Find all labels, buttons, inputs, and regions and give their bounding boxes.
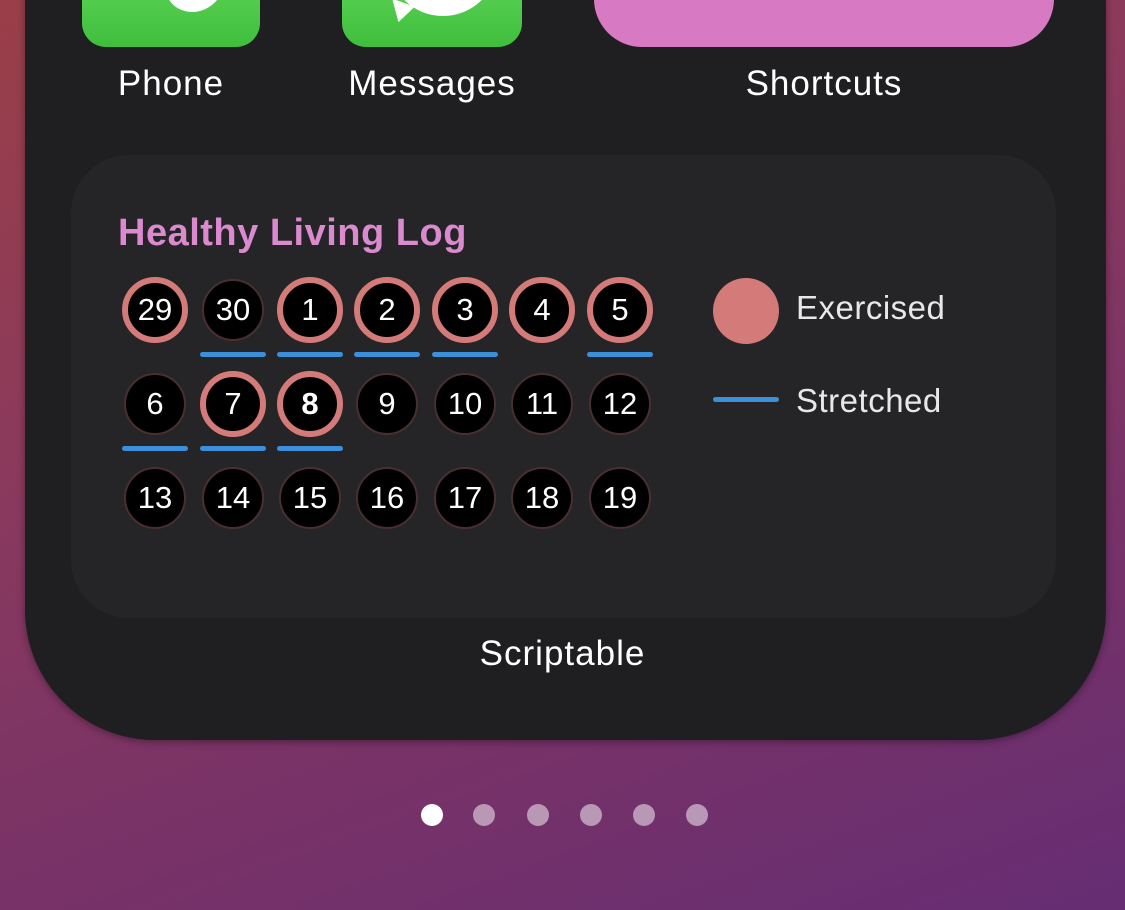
- calendar-day: 16: [356, 467, 418, 529]
- calendar-day: 5: [587, 277, 653, 343]
- calendar-day: 10: [434, 373, 496, 435]
- calendar-day: 2: [354, 277, 420, 343]
- calendar-day: 15: [279, 467, 341, 529]
- phone-label: Phone: [117, 64, 225, 103]
- stretched-marker: [432, 352, 498, 357]
- calendar-day: 1: [277, 277, 343, 343]
- calendar-day: 13: [124, 467, 186, 529]
- calendar-day: 30: [202, 279, 264, 341]
- calendar-day: 6: [124, 373, 186, 435]
- calendar-day: 7: [200, 371, 266, 437]
- phone-app-icon[interactable]: [82, 0, 260, 47]
- calendar-day: 4: [509, 277, 575, 343]
- calendar-day: 14: [202, 467, 264, 529]
- stretched-marker: [354, 352, 420, 357]
- shortcuts-label: Shortcuts: [745, 64, 903, 103]
- scriptable-label: Scriptable: [479, 634, 646, 673]
- stretched-marker: [277, 352, 343, 357]
- page-dot[interactable]: [633, 804, 655, 826]
- page-dot[interactable]: [686, 804, 708, 826]
- calendar-day: 17: [434, 467, 496, 529]
- calendar-day: 3: [432, 277, 498, 343]
- messages-label: Messages: [348, 64, 516, 103]
- exercised-legend-dot: [713, 278, 779, 344]
- phone-icon: [158, 0, 230, 12]
- calendar-day: 12: [589, 373, 651, 435]
- shortcuts-app-icon[interactable]: [594, 0, 1054, 47]
- stretched-marker: [277, 446, 343, 451]
- exercised-legend-label: Exercised: [796, 289, 946, 326]
- calendar-day: 9: [356, 373, 418, 435]
- calendar-day: 18: [511, 467, 573, 529]
- messages-app-icon[interactable]: [342, 0, 522, 47]
- page-dot[interactable]: [527, 804, 549, 826]
- calendar-day: 11: [511, 373, 573, 435]
- calendar-day: 8: [277, 371, 343, 437]
- stretched-marker: [587, 352, 653, 357]
- stretched-legend-line: [713, 397, 779, 402]
- stretched-marker: [200, 446, 266, 451]
- calendar-day: 19: [589, 467, 651, 529]
- stretched-marker: [122, 446, 188, 451]
- page-dot[interactable]: [473, 804, 495, 826]
- calendar-day: 29: [122, 277, 188, 343]
- page-dot[interactable]: [421, 804, 443, 826]
- widget-title: Healthy Living Log: [118, 212, 467, 254]
- stretched-marker: [200, 352, 266, 357]
- stretched-legend-label: Stretched: [796, 382, 942, 419]
- page-dot[interactable]: [580, 804, 602, 826]
